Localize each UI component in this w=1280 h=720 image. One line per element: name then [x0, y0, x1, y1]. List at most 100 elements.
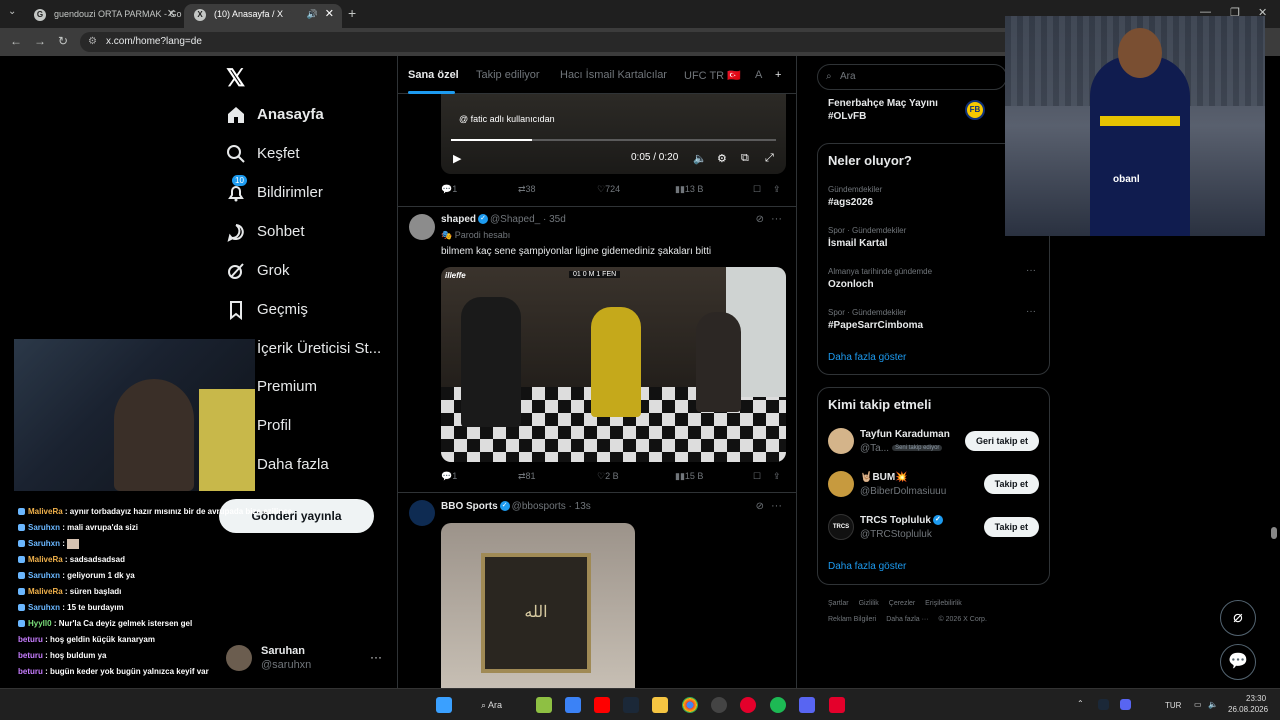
tab-for-you[interactable]: Sana özel: [408, 69, 459, 81]
new-tab-button[interactable]: +: [348, 5, 356, 21]
avatar[interactable]: [409, 214, 435, 240]
footer-link[interactable]: Şartlar: [828, 600, 849, 607]
bookmark-button[interactable]: ☐: [753, 184, 761, 195]
tab-list-haci-ismail[interactable]: Hacı İsmail Kartalcılar: [560, 69, 667, 81]
bookmark-button[interactable]: ☐: [753, 471, 761, 482]
footer-link[interactable]: Çerezler: [889, 600, 915, 607]
more-icon[interactable]: ···: [771, 213, 782, 225]
follow-name[interactable]: Tayfun Karaduman: [860, 429, 950, 440]
follow-name[interactable]: 🤘🏼BUM💥: [860, 472, 908, 483]
reply-button[interactable]: 💬 1: [441, 184, 457, 195]
reply-button[interactable]: 💬 1: [441, 471, 457, 482]
avatar[interactable]: [828, 428, 854, 454]
trend-name[interactable]: İsmail Kartal: [828, 238, 887, 249]
pip-icon[interactable]: ⧉: [741, 152, 749, 165]
discord-icon[interactable]: [799, 697, 815, 713]
views-button[interactable]: ▮▮ 13 B: [675, 184, 703, 195]
repost-button[interactable]: ⇄ 81: [518, 471, 536, 482]
grok-explain-icon[interactable]: ⊘: [756, 214, 764, 225]
media-icon[interactable]: [740, 697, 756, 713]
footer-link[interactable]: Gizlilik: [859, 600, 879, 607]
trend-name[interactable]: Ozonloch: [828, 279, 874, 290]
discord-tray-icon[interactable]: [1120, 699, 1131, 710]
avatar[interactable]: [409, 500, 435, 526]
like-button[interactable]: ♡ 2 B: [597, 471, 619, 482]
post-video-thumbnail[interactable]: illeffe 01 0 M 1 FEN: [441, 267, 786, 462]
back-arrow-icon[interactable]: ←: [10, 34, 22, 48]
scrollbar-thumb[interactable]: [1271, 527, 1277, 539]
folder-icon[interactable]: [652, 697, 668, 713]
video-progress-bar[interactable]: [451, 139, 776, 141]
post-author-name[interactable]: shaped: [441, 214, 476, 225]
play-icon[interactable]: ▶: [453, 152, 461, 165]
grok-float-button[interactable]: ⌀: [1220, 600, 1256, 636]
share-button[interactable]: ⇪: [773, 184, 781, 195]
forward-arrow-icon[interactable]: →: [34, 34, 46, 48]
taskbar-search[interactable]: ⌕ Ara: [481, 700, 502, 711]
steam-tray-icon[interactable]: [1098, 699, 1109, 710]
steam-icon[interactable]: [623, 697, 639, 713]
more-icon[interactable]: ···: [1026, 306, 1036, 317]
reload-icon[interactable]: ↻: [58, 34, 68, 48]
windows-start-icon[interactable]: [436, 697, 452, 713]
store-icon[interactable]: [536, 697, 552, 713]
footer-link[interactable]: Daha fazla ···: [886, 616, 928, 623]
post-time[interactable]: · 13s: [569, 501, 591, 512]
tab-list-a[interactable]: A: [755, 69, 762, 81]
post-author-handle[interactable]: @bbosports: [512, 501, 566, 512]
browser-tab-youtube[interactable]: G guendouzi ORTA PARMAK - Go ✕: [24, 4, 184, 28]
tab-search-button[interactable]: ⌄: [8, 6, 16, 17]
tab-list-ufc-tr[interactable]: UFC TR 🇹🇷: [684, 69, 741, 82]
more-icon[interactable]: ···: [771, 500, 782, 512]
live-broadcast-card[interactable]: Fenerbahçe Maç Yayını #OLvFB FB: [817, 94, 1007, 130]
follow-name[interactable]: TRCS Topluluk ✓: [860, 515, 945, 526]
close-tab-icon[interactable]: ✕: [325, 4, 334, 24]
speaker-icon[interactable]: 🔈: [1208, 700, 1218, 709]
post-image[interactable]: الله: [441, 523, 635, 688]
browser-tab-x[interactable]: X (10) Anasayfa / X 🔊 ✕: [184, 4, 342, 28]
trend-name[interactable]: #PapeSarrCimboma: [828, 320, 923, 331]
network-icon[interactable]: ▭: [1194, 700, 1202, 709]
youtube-icon[interactable]: [594, 697, 610, 713]
messages-float-button[interactable]: 💬: [1220, 644, 1256, 680]
more-icon[interactable]: ···: [370, 650, 382, 664]
clock-time[interactable]: 23:30: [1246, 694, 1266, 703]
spotify-icon[interactable]: [770, 697, 786, 713]
picture-in-picture-video[interactable]: obanl: [1005, 16, 1265, 236]
add-tab-button[interactable]: +: [775, 69, 781, 81]
follow-back-button[interactable]: Geri takip et: [964, 431, 1039, 451]
post-author-name[interactable]: BBO Sports: [441, 501, 498, 512]
search-input[interactable]: ⌕ Ara: [817, 64, 1007, 90]
tab-following[interactable]: Takip ediliyor: [476, 69, 540, 81]
app-icon[interactable]: [829, 697, 845, 713]
app-icon[interactable]: [565, 697, 581, 713]
post-time[interactable]: · 35d: [543, 214, 566, 225]
x-logo-icon[interactable]: 𝕏: [226, 64, 245, 93]
footer-link[interactable]: Erişilebilirlik: [925, 600, 962, 607]
speaker-icon[interactable]: 🔊: [307, 4, 318, 24]
site-info-icon[interactable]: ⚙: [88, 32, 97, 52]
follow-button[interactable]: Takip et: [983, 517, 1039, 537]
settings-gear-icon[interactable]: ⚙: [717, 152, 727, 165]
like-button[interactable]: ♡ 724: [597, 184, 620, 195]
obs-icon[interactable]: [711, 697, 727, 713]
close-tab-icon[interactable]: ✕: [167, 4, 176, 24]
clock-date[interactable]: 26.08.2026: [1228, 705, 1268, 714]
volume-icon[interactable]: 🔈: [693, 152, 707, 165]
avatar[interactable]: [828, 471, 854, 497]
repost-button[interactable]: ⇄ 38: [518, 184, 536, 195]
follow-button[interactable]: Takip et: [983, 474, 1039, 494]
post-author-handle[interactable]: @Shaped_: [490, 214, 540, 225]
fullscreen-icon[interactable]: ⤢: [765, 152, 774, 165]
trend-name[interactable]: #ags2026: [828, 197, 873, 208]
url-field[interactable]: ⚙ x.com/home?lang=de: [80, 32, 1020, 52]
views-button[interactable]: ▮▮ 15 B: [675, 471, 703, 482]
footer-link[interactable]: Reklam Bilgileri: [828, 616, 876, 623]
share-button[interactable]: ⇪: [773, 471, 781, 482]
show-more-link[interactable]: Daha fazla göster: [828, 352, 906, 363]
avatar[interactable]: TRCS: [828, 514, 854, 540]
tray-chevron-icon[interactable]: ⌃: [1077, 699, 1084, 708]
video-player[interactable]: @ fatic adlı kullanıcıdan ▶ 0:05 / 0:20 …: [441, 94, 786, 174]
more-icon[interactable]: ···: [1026, 265, 1036, 276]
show-more-link[interactable]: Daha fazla göster: [828, 561, 906, 572]
